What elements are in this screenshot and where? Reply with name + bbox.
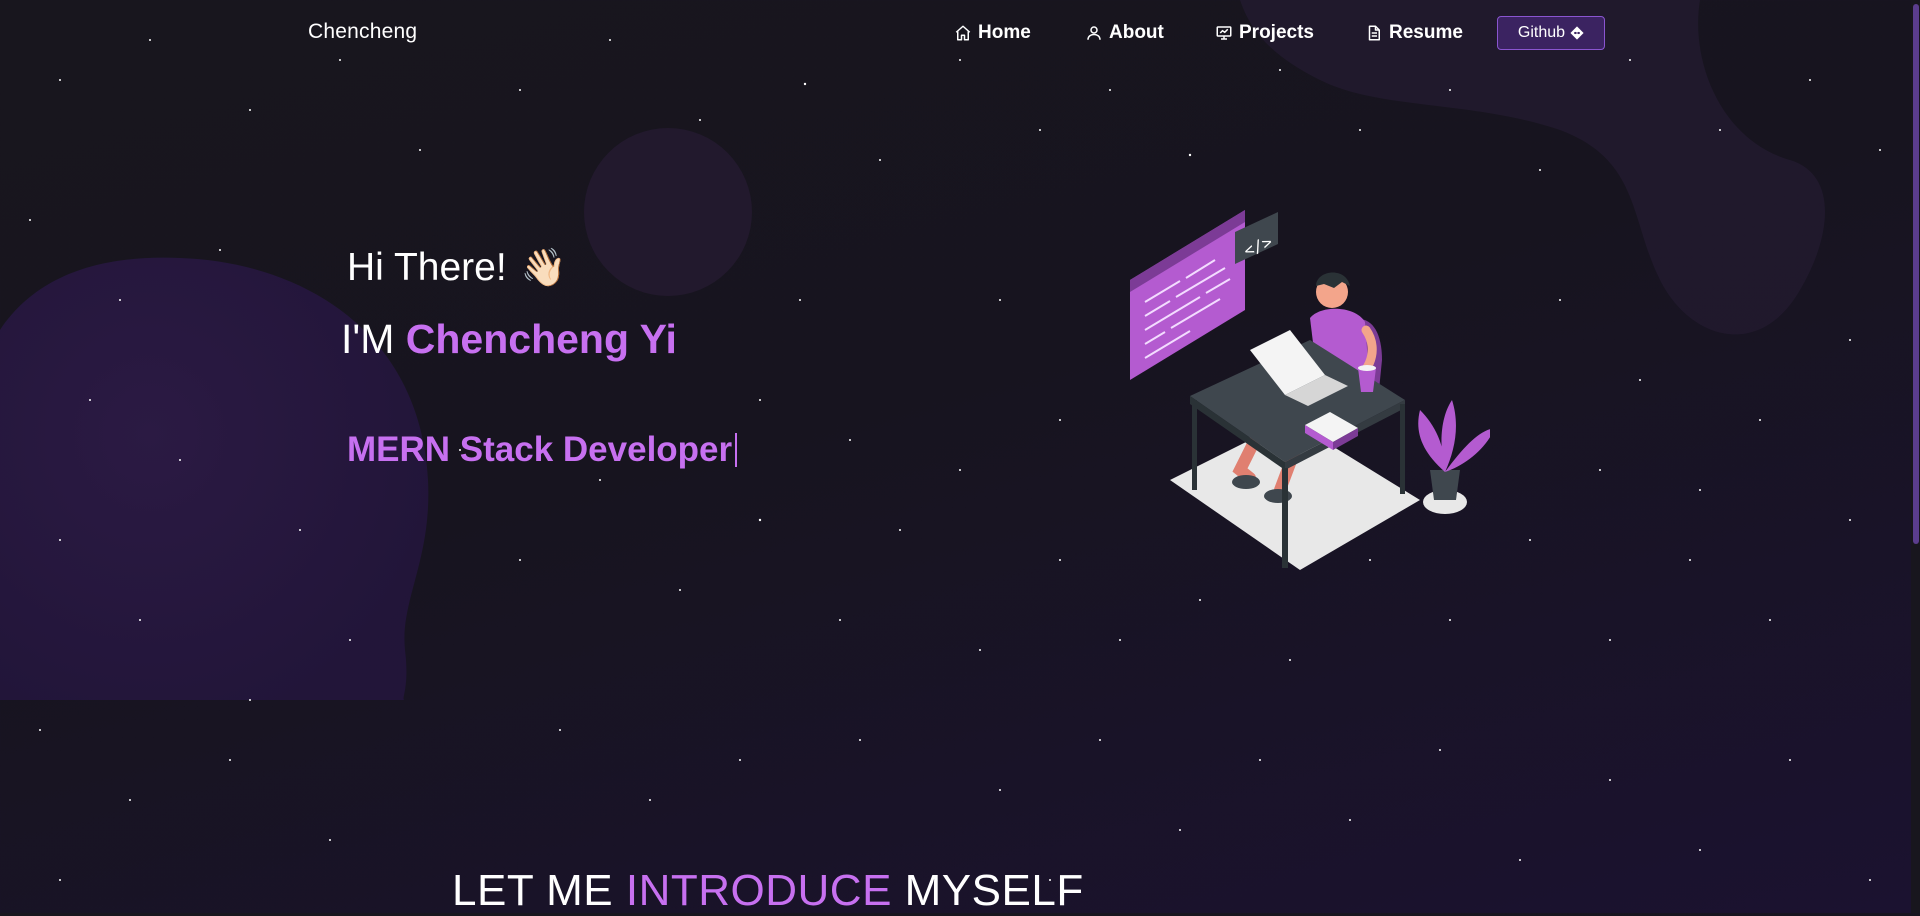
scrollbar-thumb[interactable] — [1913, 4, 1919, 544]
bg-blob-circle — [584, 128, 752, 296]
github-button[interactable]: Github — [1497, 16, 1605, 50]
plant-leaves — [1418, 400, 1490, 472]
nav-home[interactable]: Home — [954, 20, 1031, 46]
nav-resume[interactable]: Resume — [1365, 20, 1463, 46]
hero-name: Chencheng Yi — [405, 316, 677, 362]
nav-resume-label: Resume — [1389, 22, 1463, 43]
plant-pot — [1430, 470, 1460, 500]
nav-about-label: About — [1109, 22, 1164, 43]
intro-part1: LET ME — [452, 866, 614, 915]
projects-icon — [1216, 26, 1232, 40]
im-prefix: I'M — [341, 316, 395, 362]
wave-icon: 👋🏻 — [520, 246, 567, 288]
intro-part2: INTRODUCE — [625, 866, 892, 915]
code-window — [1130, 210, 1245, 380]
home-icon — [955, 25, 971, 41]
nav-about[interactable]: About — [1085, 20, 1164, 46]
typing-cursor — [735, 433, 738, 467]
nav-projects-label: Projects — [1239, 22, 1314, 43]
intro-heading: LET ME INTRODUCE MYSELF — [452, 866, 1084, 916]
hero-greeting: Hi There! 👋🏻 — [347, 246, 567, 290]
cup — [1358, 368, 1376, 392]
background — [0, 0, 1920, 913]
hero-role: MERN Stack Developer — [347, 430, 738, 470]
greeting-text: Hi There! — [347, 246, 507, 289]
nav-home-label: Home — [978, 22, 1031, 43]
starfield — [0, 0, 1881, 881]
git-icon — [1570, 26, 1584, 40]
role-text: MERN Stack Developer — [347, 430, 733, 469]
hero-name-line: I'M Chencheng Yi — [341, 316, 677, 363]
navbar: Chencheng Home About Projects Resume Git… — [0, 0, 1920, 64]
document-icon — [1368, 25, 1380, 41]
user-icon — [1087, 26, 1101, 40]
intro-part3: MYSELF — [904, 866, 1084, 915]
developer-illustration: </> — [1130, 210, 1490, 570]
nav-projects[interactable]: Projects — [1215, 20, 1314, 46]
github-label: Github — [1517, 24, 1566, 41]
brand-logo[interactable]: Chencheng — [308, 20, 417, 44]
